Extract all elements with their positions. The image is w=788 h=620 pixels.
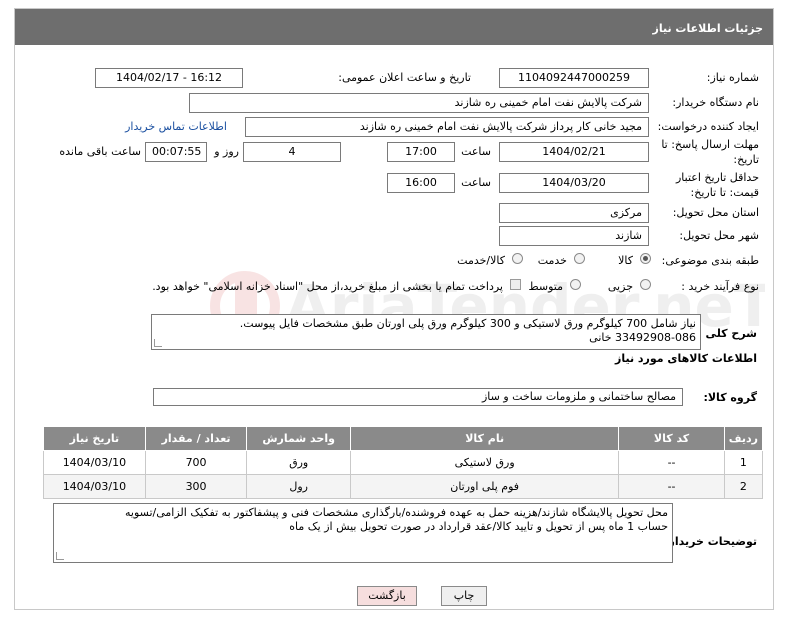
cell-date: 1404/03/10: [43, 474, 146, 499]
process-option-medium: متوسط: [528, 280, 563, 293]
category-option-service: خدمت: [537, 254, 567, 267]
need-details-panel: جزئیات اطلاعات نیاز AriaTender.neT شماره…: [14, 8, 774, 610]
category-option-goods: کالا: [618, 254, 633, 267]
validity-date-field: 1404/03/20: [499, 173, 649, 193]
buyer-org-label: نام دستگاه خریدار:: [672, 96, 759, 109]
city-label: شهر محل تحویل:: [679, 229, 759, 242]
payment-note: پرداخت تمام یا بخشی از مبلغ خرید،از محل …: [152, 280, 503, 293]
buyer-notes-line-2: حساب 1 ماه پس از تحویل و تایید کالا/عقد …: [289, 520, 668, 533]
buyer-notes-textarea: محل تحویل پالایشگاه شازند/هزینه حمل به ع…: [53, 503, 673, 563]
days-label: روز و: [214, 145, 239, 158]
process-option-partial: جزیی: [607, 280, 633, 293]
cell-unit: رول: [246, 474, 351, 499]
remaining-time-label: ساعت باقی مانده: [59, 145, 141, 158]
category-radio-goods-service[interactable]: [512, 253, 523, 264]
need-number-label: شماره نیاز:: [706, 71, 759, 84]
panel-title: جزئیات اطلاعات نیاز: [652, 22, 764, 35]
resize-grip-icon[interactable]: [56, 552, 64, 560]
process-type-label: نوع فرآیند خرید :: [681, 280, 759, 293]
col-name: نام کالا: [349, 426, 620, 451]
cell-code: --: [618, 474, 725, 499]
price-validity-label: حداقل تاریخ اعتبار قیمت: تا تاریخ:: [675, 171, 759, 199]
category-radio-service[interactable]: [574, 253, 585, 264]
table-row: 2 -- فوم پلی اورتان رول 300 1404/03/10: [43, 474, 764, 499]
col-code: کد کالا: [618, 426, 725, 451]
need-number-field: 1104092447000259: [499, 68, 649, 88]
days-remaining-field: 4: [243, 142, 341, 162]
announce-date-label: تاریخ و ساعت اعلان عمومی:: [338, 71, 471, 84]
validity-time-field: 16:00: [387, 173, 455, 193]
category-option-goods-service: کالا/خدمت: [457, 254, 505, 267]
province-field: مرکزی: [499, 203, 649, 223]
cell-name: ورق لاستیکی: [349, 450, 620, 475]
cell-date: 1404/03/10: [43, 450, 146, 475]
creator-label: ایجاد کننده درخواست:: [657, 120, 759, 133]
back-button[interactable]: بازگشت: [357, 586, 417, 606]
resize-grip-icon[interactable]: [154, 339, 162, 347]
process-radio-medium[interactable]: [570, 279, 581, 290]
remaining-time-field: 00:07:55: [145, 142, 207, 162]
cell-row: 1: [723, 450, 764, 475]
cell-code: --: [618, 450, 725, 475]
goods-group-field: مصالح ساختمانی و ملزومات ساخت و ساز: [153, 388, 683, 406]
print-button[interactable]: چاپ: [441, 586, 487, 606]
cell-qty: 300: [144, 474, 248, 499]
table-row: 1 -- ورق لاستیکی ورق 700 1404/03/10: [43, 450, 764, 475]
description-line-1: نیاز شامل 700 کیلوگرم ورق لاستیکی و 300 …: [239, 317, 696, 330]
col-date: تاریخ نیاز: [43, 426, 146, 451]
buyer-contact-link[interactable]: اطلاعات تماس خریدار: [125, 120, 227, 133]
cell-qty: 700: [144, 450, 248, 475]
panel-header: جزئیات اطلاعات نیاز: [15, 9, 773, 45]
cell-row: 2: [723, 474, 764, 499]
col-qty: تعداد / مقدار: [144, 426, 248, 451]
province-label: استان محل تحویل:: [672, 206, 759, 219]
reply-time-field: 17:00: [387, 142, 455, 162]
treasury-checkbox[interactable]: [510, 279, 521, 290]
buyer-notes-label: توضیحات خریدار:: [664, 535, 757, 548]
col-row: ردیف: [723, 426, 764, 451]
goods-section-title: اطلاعات کالاهای مورد نیاز: [615, 352, 757, 365]
goods-group-label: گروه کالا:: [703, 391, 757, 404]
col-unit: واحد شمارش: [246, 426, 351, 451]
reply-deadline-label: مهلت ارسال پاسخ: تا تاریخ:: [661, 138, 759, 166]
cell-unit: ورق: [246, 450, 351, 475]
description-textarea: نیاز شامل 700 کیلوگرم ورق لاستیکی و 300 …: [151, 314, 701, 350]
city-field: شازند: [499, 226, 649, 246]
reply-date-field: 1404/02/21: [499, 142, 649, 162]
cell-name: فوم پلی اورتان: [349, 474, 620, 499]
creator-field: مجید خانی کار پرداز شرکت پالایش نفت امام…: [245, 117, 649, 137]
category-label: طبقه بندی موضوعی:: [661, 254, 759, 267]
announce-date-field: 1404/02/17 - 16:12: [95, 68, 243, 88]
process-radio-partial[interactable]: [640, 279, 651, 290]
buyer-org-field: شرکت پالایش نفت امام خمینی ره شازند: [189, 93, 649, 113]
category-radio-goods[interactable]: [640, 253, 651, 264]
description-line-2: 33492908-086 خانی: [589, 331, 696, 344]
goods-table: ردیف کد کالا نام کالا واحد شمارش تعداد /…: [43, 426, 764, 499]
buyer-notes-line-1: محل تحویل پالایشگاه شازند/هزینه حمل به ع…: [125, 506, 668, 519]
validity-time-label: ساعت: [461, 176, 491, 189]
goods-table-header: ردیف کد کالا نام کالا واحد شمارش تعداد /…: [43, 426, 764, 451]
reply-time-label: ساعت: [461, 145, 491, 158]
